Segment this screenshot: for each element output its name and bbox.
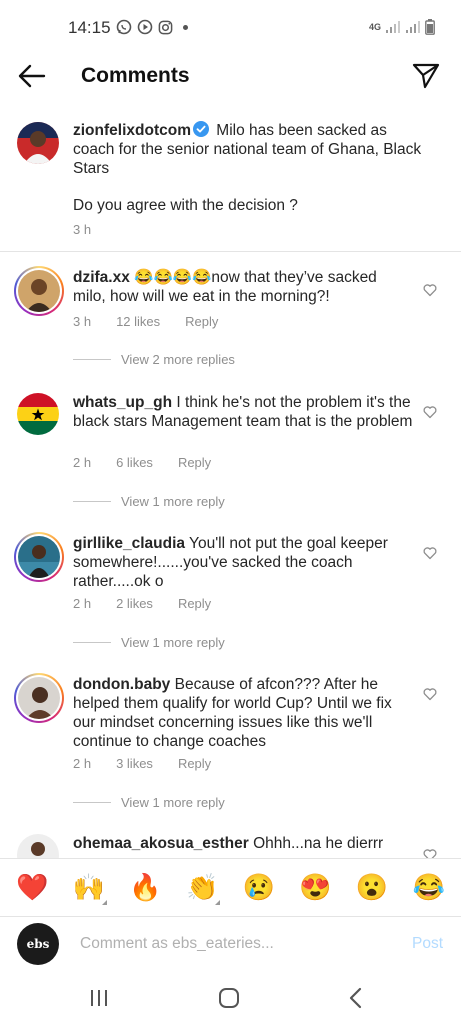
comment-avatar[interactable] <box>14 532 64 582</box>
like-heart-icon[interactable] <box>423 687 437 701</box>
comment-username[interactable]: dondon.baby <box>73 676 170 693</box>
status-time: 14:15 <box>68 18 111 37</box>
view-replies-button[interactable]: View 2 more replies <box>73 352 235 367</box>
view-replies-label: View 1 more reply <box>121 795 225 810</box>
comment-meta: 2 h 3 likes Reply <box>73 756 236 771</box>
caption-avatar[interactable] <box>17 122 59 164</box>
more-notifications-dot <box>183 24 188 30</box>
reaction-surprised-emoji[interactable]: 😮 <box>352 868 392 908</box>
caption-text: zionfelixdotcom Milo has been sacked as … <box>73 121 423 178</box>
verified-badge-icon <box>192 121 209 137</box>
signal-icon <box>386 21 400 33</box>
page-title: Comments <box>81 64 190 87</box>
comment-username[interactable]: girllike_claudia <box>73 535 185 552</box>
comment-time: 3 h <box>73 314 92 329</box>
caption-time: 3 h <box>73 222 92 237</box>
comment-avatar[interactable] <box>14 266 64 316</box>
comment-input-bar: ebs Post <box>0 916 461 972</box>
comment-avatar[interactable] <box>17 834 59 858</box>
comment-text: dzifa.xx 😂😂😂😂now that they’ve sacked mil… <box>73 268 413 306</box>
replies-divider <box>73 359 111 360</box>
comment-meta: 3 h 12 likes Reply <box>73 314 243 329</box>
view-replies-button[interactable]: View 1 more reply <box>73 494 225 509</box>
network-type-label: 4G <box>368 21 381 32</box>
comment-item: ohemaa_akosua_esther Ohhh...na he dierrr <box>0 832 461 858</box>
reaction-laughing-emoji[interactable]: 😂 <box>409 868 449 908</box>
system-icons: 4G <box>369 19 435 35</box>
reply-button[interactable]: Reply <box>178 756 211 771</box>
comment-likes[interactable]: 12 likes <box>116 314 160 329</box>
comment-avatar[interactable] <box>14 673 64 723</box>
header: Comments <box>0 56 461 96</box>
comment-likes[interactable]: 6 likes <box>116 455 153 470</box>
comment-input[interactable] <box>80 931 380 957</box>
comment-time: 2 h <box>73 756 92 771</box>
view-replies-label: View 1 more reply <box>121 635 225 650</box>
reply-button[interactable]: Reply <box>185 314 218 329</box>
status-bar: 14:15 4G <box>0 0 461 56</box>
skin-tone-indicator <box>101 899 107 905</box>
view-replies-label: View 2 more replies <box>121 352 235 367</box>
post-button[interactable]: Post <box>412 935 443 953</box>
reply-button[interactable]: Reply <box>178 455 211 470</box>
reaction-heart-eyes-emoji[interactable]: 😍 <box>295 868 335 908</box>
system-nav-bar <box>0 972 461 1024</box>
reaction-crying-emoji[interactable]: 😢 <box>239 868 279 908</box>
back-nav-icon[interactable] <box>342 986 372 1010</box>
comment-likes[interactable]: 2 likes <box>116 596 153 611</box>
replies-divider <box>73 501 111 502</box>
battery-icon <box>425 19 435 35</box>
notification-icons <box>116 19 188 35</box>
recent-apps-icon[interactable] <box>84 986 114 1010</box>
reaction-heart-emoji[interactable]: ❤️ <box>12 868 52 908</box>
signal-icon-2 <box>406 21 420 33</box>
like-heart-icon[interactable] <box>423 848 437 858</box>
caption-question: Do you agree with the decision ? <box>73 197 298 214</box>
comment-text: dondon.baby Because of afcon??? After he… <box>73 675 413 751</box>
comment-body: Ohhh...na he dierrr <box>253 835 384 852</box>
replies-divider <box>73 642 111 643</box>
emoji-reaction-bar: ❤️ 🙌 🔥 👏 😢 😍 😮 😂 <box>0 858 461 916</box>
home-icon[interactable] <box>214 986 244 1010</box>
comment-text: girllike_claudia You'll not put the goal… <box>73 534 413 591</box>
like-heart-icon[interactable] <box>423 283 437 297</box>
like-heart-icon[interactable] <box>423 546 437 560</box>
comment-time: 2 h <box>73 455 92 470</box>
view-replies-label: View 1 more reply <box>121 494 225 509</box>
youtube-music-icon <box>137 19 153 35</box>
comment-avatar[interactable] <box>17 393 59 435</box>
comment-username[interactable]: dzifa.xx <box>73 269 130 286</box>
like-heart-icon[interactable] <box>423 405 437 419</box>
raising-hands-glyph: 🙌 <box>72 872 106 902</box>
current-user-avatar: ebs <box>17 923 59 965</box>
post-caption: zionfelixdotcom Milo has been sacked as … <box>0 118 461 252</box>
reaction-fire-emoji[interactable]: 🔥 <box>126 868 166 908</box>
reaction-clapping-emoji[interactable]: 👏 <box>182 868 222 908</box>
clapping-glyph: 👏 <box>186 872 219 902</box>
comment-username[interactable]: whats_up_gh <box>73 394 172 411</box>
comment-text: ohemaa_akosua_esther Ohhh...na he dierrr <box>73 834 413 853</box>
view-replies-button[interactable]: View 1 more reply <box>73 635 225 650</box>
skin-tone-indicator <box>215 899 221 905</box>
comment-meta: 2 h 2 likes Reply <box>73 596 236 611</box>
view-replies-button[interactable]: View 1 more reply <box>73 795 225 810</box>
whatsapp-icon <box>116 19 132 35</box>
instagram-icon <box>158 20 173 34</box>
replies-divider <box>73 802 111 803</box>
back-arrow-icon[interactable] <box>16 62 46 90</box>
comment-time: 2 h <box>73 596 92 611</box>
comment-text: whats_up_gh I think he's not the problem… <box>73 393 413 431</box>
comment-likes[interactable]: 3 likes <box>116 756 153 771</box>
avatar-logo-text: ebs <box>26 937 50 951</box>
send-icon[interactable] <box>411 60 441 90</box>
comment-meta: 2 h 6 likes Reply <box>73 455 236 470</box>
comment-emoji: 😂😂😂😂 <box>134 269 212 286</box>
reply-button[interactable]: Reply <box>178 596 211 611</box>
reaction-raising-hands-emoji[interactable]: 🙌 <box>69 868 109 908</box>
caption-username[interactable]: zionfelixdotcom <box>73 122 191 139</box>
comment-username[interactable]: ohemaa_akosua_esther <box>73 835 249 852</box>
